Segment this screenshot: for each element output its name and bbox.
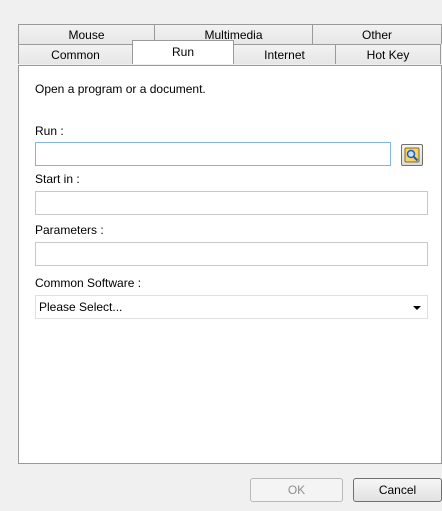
tab-other[interactable]: Other: [312, 24, 442, 44]
cancel-button[interactable]: Cancel: [353, 478, 442, 502]
panel-description: Open a program or a document.: [35, 82, 206, 96]
parameters-label: Parameters :: [35, 223, 104, 237]
tab-internet[interactable]: Internet: [233, 44, 336, 64]
tab-common[interactable]: Common: [18, 44, 133, 64]
common-software-selected: Please Select...: [39, 300, 123, 314]
ok-button[interactable]: OK: [250, 478, 343, 502]
run-label: Run :: [35, 124, 64, 138]
run-input[interactable]: [35, 142, 391, 166]
start-in-label: Start in :: [35, 172, 80, 186]
run-tab-panel: Open a program or a document. Run : Star…: [18, 65, 442, 464]
tab-run[interactable]: Run: [132, 40, 234, 64]
browse-folder-icon: [404, 147, 420, 163]
tab-row-bottom: Common Run Internet Hot Key: [18, 40, 441, 64]
start-in-input[interactable]: [35, 191, 428, 215]
browse-button[interactable]: [401, 144, 423, 166]
tab-hot-key[interactable]: Hot Key: [335, 44, 441, 64]
common-software-label: Common Software :: [35, 276, 142, 290]
parameters-input[interactable]: [35, 242, 428, 266]
common-software-select[interactable]: Please Select...: [35, 295, 428, 319]
dropdown-arrow-icon: [413, 306, 421, 310]
